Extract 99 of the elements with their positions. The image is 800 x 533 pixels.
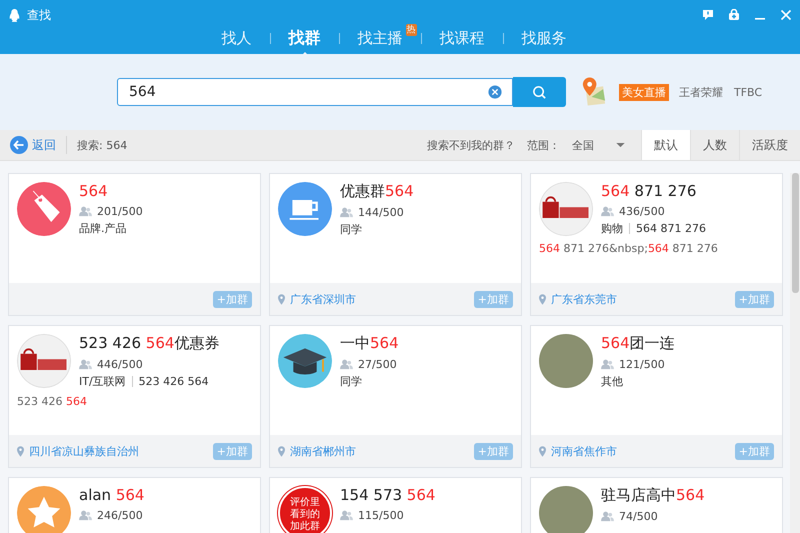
window-title: 查找 <box>27 6 51 24</box>
member-count: 201/500 <box>97 205 143 218</box>
group-card[interactable]: 一中564 27/500 同学 湖南省郴州市 +加群 <box>269 325 522 468</box>
star-icon <box>17 486 71 533</box>
location-pin-icon <box>278 446 285 456</box>
members-icon <box>79 510 92 521</box>
lock-icon[interactable] <box>728 9 740 21</box>
member-count: 144/500 <box>358 206 404 219</box>
group-location[interactable]: 湖南省郴州市 <box>290 444 356 458</box>
scope-label: 范围： <box>527 138 560 152</box>
photo-placeholder <box>539 334 593 388</box>
member-count: 246/500 <box>97 509 143 522</box>
member-count: 121/500 <box>619 358 665 371</box>
close-icon[interactable] <box>780 9 792 21</box>
members-icon <box>79 359 92 370</box>
group-card[interactable]: 564 871 276 436/500 购物 564 871 276 564 871 276&nbsp;564 871 276 广东省东莞市 +加群 <box>530 173 783 316</box>
group-name: 523 426 564优惠券 <box>79 334 220 353</box>
group-name: 564 <box>79 182 109 200</box>
help-link[interactable]: 搜索不到我的群？ <box>427 138 515 152</box>
group-category: 其他 <box>601 374 623 389</box>
group-card[interactable]: 优惠群564 144/500 同学 广东省深圳市 +加群 <box>269 173 522 316</box>
location-pin-icon <box>17 446 24 456</box>
hot-badge: 热 <box>406 24 416 36</box>
group-category: IT/互联网 <box>79 374 126 389</box>
cup-icon <box>278 182 332 236</box>
photo-placeholder <box>539 486 593 533</box>
tag-icon <box>17 182 71 236</box>
tab[interactable]: 找服务 <box>504 26 584 50</box>
back-button[interactable]: 返回 <box>10 136 56 154</box>
group-location[interactable]: 河南省焦作市 <box>551 444 617 458</box>
group-description: 564 871 276&nbsp;564 871 276 <box>539 242 719 255</box>
location-pin-icon <box>539 446 546 456</box>
members-icon <box>601 511 614 522</box>
shopping-bag-icon <box>539 182 593 236</box>
sort-tab[interactable]: 人数 <box>690 130 739 160</box>
scrollbar-thumb[interactable] <box>792 173 798 293</box>
group-name: 564团一连 <box>601 334 675 353</box>
tab[interactable]: 找主播 热 <box>340 26 420 50</box>
group-name: alan 564 <box>79 486 144 504</box>
group-number: 523 426 564 <box>138 375 209 388</box>
group-description: 523 426 564 <box>17 395 88 408</box>
map-pin-icon[interactable] <box>580 77 607 107</box>
member-count: 446/500 <box>97 358 143 371</box>
location-pin-icon <box>539 294 546 304</box>
group-card[interactable]: alan 564 246/500 <box>8 477 261 533</box>
members-icon <box>79 206 92 217</box>
join-group-button[interactable]: +加群 <box>734 290 774 308</box>
group-name: 154 573 564 <box>340 486 436 504</box>
hot-link[interactable]: 美女直播 <box>619 84 669 100</box>
search-icon <box>532 84 547 100</box>
member-count: 436/500 <box>619 205 665 218</box>
members-icon <box>340 359 353 370</box>
members-icon <box>340 207 353 218</box>
graduation-cap-icon <box>278 334 332 388</box>
scope-dropdown[interactable]: 全国 <box>572 138 625 152</box>
clear-icon[interactable] <box>488 85 502 99</box>
group-name: 驻马店高中564 <box>601 486 705 505</box>
members-icon <box>340 510 353 521</box>
members-icon <box>601 359 614 370</box>
penguin-icon <box>8 8 21 22</box>
search-button[interactable] <box>513 77 566 107</box>
group-location[interactable]: 四川省凉山彝族自治州 <box>29 444 139 458</box>
group-card[interactable]: 564团一连 121/500 其他 河南省焦作市 +加群 <box>530 325 783 468</box>
sort-tab[interactable]: 默认 <box>641 130 690 160</box>
group-card[interactable]: 评价里看到的加此群 154 573 564 115/500 <box>269 477 522 533</box>
group-name: 优惠群564 <box>340 182 414 201</box>
members-icon <box>601 206 614 217</box>
join-group-button[interactable]: +加群 <box>212 442 252 460</box>
sort-tab[interactable]: 活跃度 <box>739 130 800 160</box>
join-group-button[interactable]: +加群 <box>212 290 252 308</box>
tab[interactable]: 找人 <box>204 26 270 50</box>
group-card[interactable]: 564 201/500 品牌.产品 +加群 <box>8 173 261 316</box>
group-category: 品牌.产品 <box>79 221 126 236</box>
group-name: 一中564 <box>340 334 399 353</box>
shopping-bag-icon <box>17 334 71 388</box>
search-query: 搜索: 564 <box>77 138 128 152</box>
tab[interactable]: 找课程 <box>422 26 502 50</box>
location-pin-icon <box>278 294 285 304</box>
member-count: 74/500 <box>619 510 658 523</box>
group-category: 购物 <box>601 221 623 236</box>
group-location[interactable]: 广东省东莞市 <box>551 292 617 306</box>
group-category: 同学 <box>340 374 362 389</box>
member-count: 27/500 <box>358 358 397 371</box>
join-group-button[interactable]: +加群 <box>474 290 513 308</box>
join-group-button[interactable]: +加群 <box>474 442 513 460</box>
group-location[interactable]: 广东省深圳市 <box>290 292 356 306</box>
hot-link[interactable]: TFBC <box>734 86 762 98</box>
group-card[interactable]: 驻马店高中564 74/500 <box>530 477 783 533</box>
group-category: 同学 <box>340 222 362 237</box>
caret-icon <box>616 142 625 148</box>
hot-link[interactable]: 王者荣耀 <box>679 84 723 100</box>
group-number: 564 871 276 <box>636 222 706 235</box>
join-group-button[interactable]: +加群 <box>734 442 774 460</box>
group-card[interactable]: 523 426 564优惠券 446/500 IT/互联网 523 426 564 523 426 564 四川省凉山彝族自治州 +加群 <box>8 325 261 468</box>
feedback-icon[interactable] <box>702 9 714 21</box>
search-field[interactable]: 564 <box>117 78 513 106</box>
member-count: 115/500 <box>358 509 404 522</box>
avatar-badge: 评价里看到的加此群 <box>278 486 332 533</box>
group-name: 564 871 276 <box>601 182 698 200</box>
